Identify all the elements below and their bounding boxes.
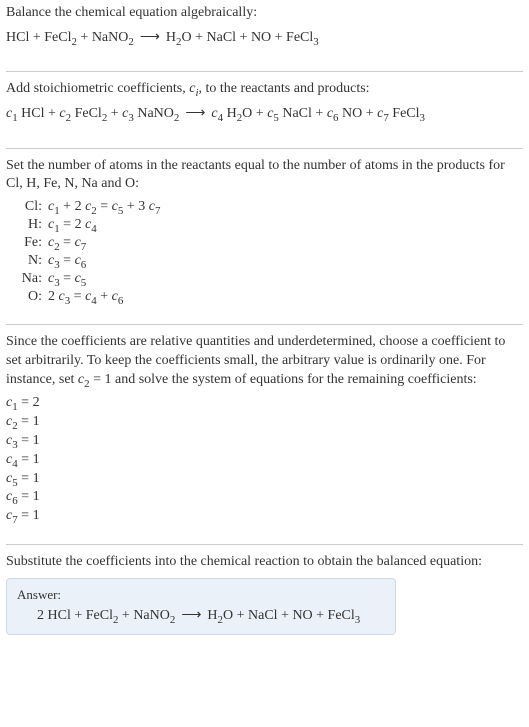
- table-row: Cl: c1 + 2 c2 = c5 + 3 c7: [12, 198, 164, 216]
- atom-equation: c2 = c7: [48, 234, 164, 252]
- answer-label: Answer:: [17, 587, 385, 603]
- step1-text: Add stoichiometric coefficients, ci, to …: [6, 80, 523, 99]
- divider: [6, 71, 523, 72]
- list-item: c7 = 1: [6, 507, 523, 526]
- answer-box: Answer: 2 HCl + FeCl2 + NaNO2⟶H2O + NaCl…: [6, 578, 396, 635]
- table-row: N: c3 = c6: [12, 252, 164, 270]
- ci-var: ci: [189, 81, 198, 96]
- atom-equation: c1 = 2 c4: [48, 216, 164, 234]
- table-row: Na: c3 = c5: [12, 270, 164, 288]
- list-item: c1 = 2: [6, 394, 523, 413]
- atom-label: H:: [12, 216, 48, 234]
- atom-equation: 2 c3 = c4 + c6: [48, 288, 164, 306]
- step1-text-before: Add stoichiometric coefficients,: [6, 81, 189, 96]
- atom-label: Cl:: [12, 198, 48, 216]
- table-row: H: c1 = 2 c4: [12, 216, 164, 234]
- document-page: Balance the chemical equation algebraica…: [0, 0, 529, 649]
- list-item: c6 = 1: [6, 488, 523, 507]
- atom-balance-table: Cl: c1 + 2 c2 = c5 + 3 c7 H: c1 = 2 c4 F…: [12, 198, 164, 306]
- atom-equation: c1 + 2 c2 = c5 + 3 c7: [48, 198, 164, 216]
- intro-equation: HCl + FeCl2 + NaNO2⟶H2O + NaCl + NO + Fe…: [6, 27, 523, 49]
- divider: [6, 148, 523, 149]
- step3-text: Since the coefficients are relative quan…: [6, 333, 523, 390]
- list-item: c3 = 1: [6, 432, 523, 451]
- divider: [6, 324, 523, 325]
- atom-equation: c3 = c6: [48, 252, 164, 270]
- step2-text: Set the number of atoms in the reactants…: [6, 157, 523, 195]
- list-item: c4 = 1: [6, 451, 523, 470]
- answer-equation: 2 HCl + FeCl2 + NaNO2⟶H2O + NaCl + NO + …: [17, 607, 385, 624]
- section-solve: Since the coefficients are relative quan…: [6, 333, 523, 536]
- atom-label: Na:: [12, 270, 48, 288]
- step1-text-after: , to the reactants and products:: [199, 81, 370, 96]
- section-final: Substitute the coefficients into the che…: [6, 553, 523, 635]
- table-row: O: 2 c3 = c4 + c6: [12, 288, 164, 306]
- atom-label: O:: [12, 288, 48, 306]
- table-row: Fe: c2 = c7: [12, 234, 164, 252]
- step3-set: c2 = 1: [78, 372, 112, 387]
- step1-equation: c1 HCl + c2 FeCl2 + c3 NaNO2⟶c4 H2O + c5…: [6, 103, 523, 125]
- list-item: c2 = 1: [6, 413, 523, 432]
- atom-label: N:: [12, 252, 48, 270]
- final-text: Substitute the coefficients into the che…: [6, 553, 523, 572]
- intro-title: Balance the chemical equation algebraica…: [6, 4, 523, 23]
- section-coefficients: Add stoichiometric coefficients, ci, to …: [6, 80, 523, 139]
- atom-label: Fe:: [12, 234, 48, 252]
- section-intro: Balance the chemical equation algebraica…: [6, 4, 523, 63]
- coefficient-list: c1 = 2 c2 = 1 c3 = 1 c4 = 1 c5 = 1 c6 = …: [6, 394, 523, 526]
- section-atom-balance: Set the number of atoms in the reactants…: [6, 157, 523, 317]
- atom-equation: c3 = c5: [48, 270, 164, 288]
- list-item: c5 = 1: [6, 470, 523, 489]
- divider: [6, 544, 523, 545]
- step3-text-b: and solve the system of equations for th…: [112, 372, 477, 387]
